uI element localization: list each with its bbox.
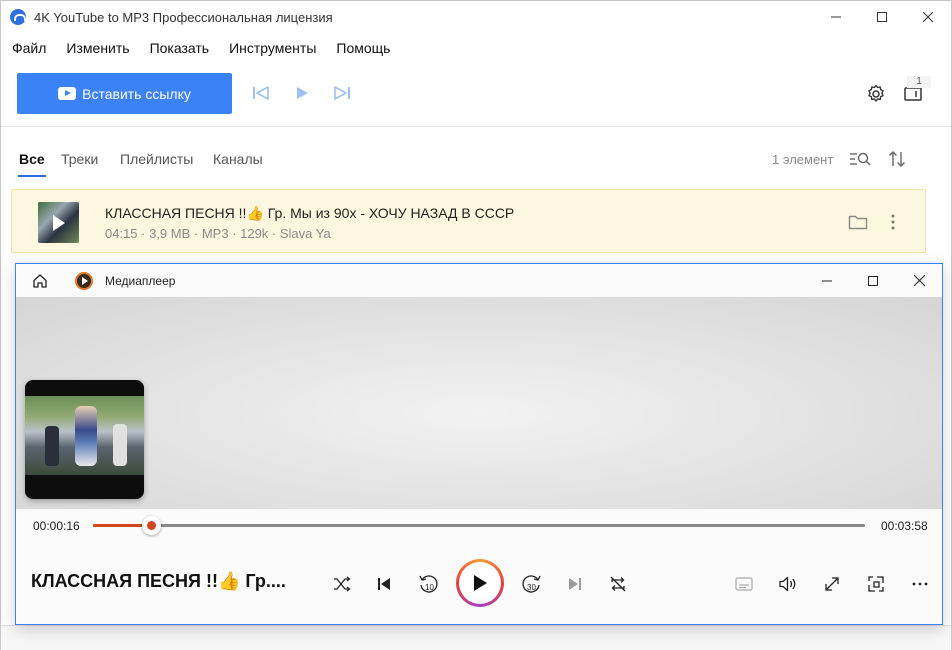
toolbar: Вставить ссылку [1,63,951,127]
player-minimize-button[interactable] [804,264,850,297]
item-count: 1 элемент [772,152,834,167]
mini-player-icon [868,576,884,592]
volume-icon [779,576,796,592]
paste-link-button[interactable]: Вставить ссылку [17,73,232,114]
next-track-button[interactable] [331,82,353,104]
menu-tools[interactable]: Инструменты [219,33,326,63]
paste-link-label: Вставить ссылку [82,85,191,102]
menu-view[interactable]: Показать [140,33,220,63]
tab-tracks[interactable]: Треки [61,151,98,167]
fullscreen-button[interactable] [818,570,846,598]
close-icon [913,275,925,286]
next-button[interactable] [561,570,589,598]
player-maximize-button[interactable] [850,264,896,297]
player-home-button[interactable] [30,271,50,291]
maximize-button[interactable] [859,1,905,33]
minimize-icon [822,280,832,281]
track-list-item[interactable]: КЛАССНАЯ ПЕСНЯ !!👍 Гр. Мы из 90х - ХОЧУ … [11,189,926,253]
minimize-button[interactable] [813,1,859,33]
fullscreen-icon [825,577,839,591]
bottom-area [1,625,951,650]
repeat-off-button[interactable] [604,570,632,598]
menu-bar: Файл Изменить Показать Инструменты Помощ… [1,33,951,63]
app-window: 4K YouTube to MP3 Профессиональная лицен… [0,0,952,650]
skip-previous-icon [253,86,269,100]
forward-30-button[interactable]: 30 [518,570,546,598]
tab-channels[interactable]: Каналы [213,151,263,167]
volume-button[interactable] [774,570,802,598]
media-player-window: Медиаплеер 00:00:16 00:03:58 КЛАССНАЯ ПЕ… [15,263,943,625]
thumbnail-play-icon [53,215,65,231]
more-options-button[interactable] [906,570,934,598]
close-button[interactable] [905,1,951,33]
player-title: Медиаплеер [105,274,176,288]
app-logo-icon [10,9,26,25]
minimize-icon [831,16,841,18]
play-icon [297,87,308,99]
tab-all[interactable]: Все [19,151,45,167]
svg-text:10: 10 [425,583,434,592]
play-icon [474,575,487,591]
sort-button[interactable] [885,149,909,169]
sort-icon [889,151,905,167]
maximize-icon [868,275,878,286]
track-title: КЛАССНАЯ ПЕСНЯ !!👍 Гр. Мы из 90х - ХОЧУ … [105,205,515,221]
skip-next-icon [334,86,350,100]
rewind-10-button[interactable]: 10 [414,570,442,598]
play-pause-button[interactable] [456,559,504,607]
svg-text:30: 30 [527,583,536,592]
folder-icon [848,215,868,230]
tab-playlists[interactable]: Плейлисты [120,151,193,167]
window-title: 4K YouTube to MP3 Профессиональная лицен… [34,9,333,25]
menu-help[interactable]: Помощь [326,33,400,63]
shuffle-button[interactable] [328,570,356,598]
maximize-icon [877,12,887,22]
total-time: 00:03:58 [881,519,928,533]
open-folder-button[interactable] [846,210,870,234]
search-filter-button[interactable] [848,149,872,169]
play-button[interactable] [291,82,313,104]
captions-icon [735,577,753,591]
player-close-button[interactable] [896,264,942,297]
track-meta: 04:15 · 3,9 MB · MP3 · 129k · Slava Ya [105,226,331,241]
mini-player-button[interactable] [862,570,890,598]
search-list-icon [850,152,871,166]
cover-image [25,396,144,475]
filter-tabs: Все Треки Плейлисты Каналы 1 элемент [1,139,951,179]
skip-previous-icon [378,578,390,590]
previous-track-button[interactable] [250,82,272,104]
seek-bar[interactable] [93,516,865,535]
track-more-button[interactable] [881,210,905,234]
skip-next-icon [569,578,581,590]
menu-file[interactable]: Файл [1,33,56,63]
shuffle-icon [334,576,351,592]
more-horizontal-icon [912,582,928,586]
current-time: 00:00:16 [33,519,80,533]
player-title-bar: Медиаплеер [16,264,942,297]
repeat-off-icon [610,576,626,592]
video-area [16,297,942,509]
seek-handle[interactable] [142,516,162,535]
settings-button[interactable] [864,82,888,106]
media-player-logo-icon [75,272,93,290]
subtitles-button[interactable] [730,570,758,598]
gear-icon [868,84,884,102]
more-vertical-icon [891,214,895,230]
player-controls: 00:00:16 00:03:58 КЛАССНАЯ ПЕСНЯ !!👍 Гр.… [16,509,942,624]
album-cover [25,380,144,499]
track-thumbnail[interactable] [38,202,79,243]
forward-30-icon: 30 [522,575,541,593]
menu-edit[interactable]: Изменить [56,33,139,63]
title-bar: 4K YouTube to MP3 Профессиональная лицен… [1,1,951,33]
active-tab-indicator [18,175,46,177]
subscription-count-badge: 1 [907,76,931,88]
youtube-icon [58,87,77,100]
rewind-10-icon: 10 [419,575,438,593]
window-controls [813,1,951,33]
home-icon [33,274,47,288]
previous-button[interactable] [370,570,398,598]
close-icon [923,12,933,22]
now-playing-title: КЛАССНАЯ ПЕСНЯ !!👍 Гр.... [31,571,286,591]
